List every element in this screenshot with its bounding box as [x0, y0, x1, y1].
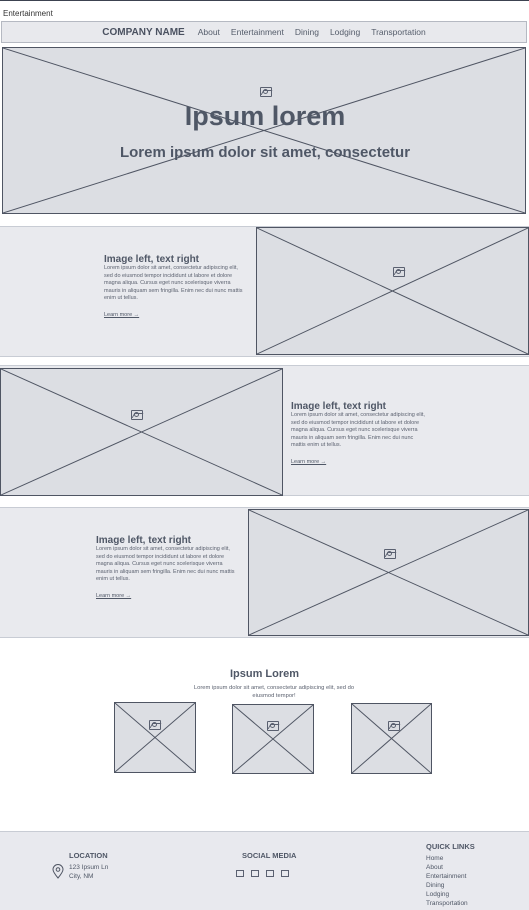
feature-section-2: Image left, text right Lorem ipsum dolor…: [0, 365, 529, 496]
feature-body: Lorem ipsum dolor sit amet, consectetur …: [291, 412, 425, 449]
social-icon-4[interactable]: [281, 870, 289, 877]
nav-link-dining[interactable]: Dining: [295, 27, 319, 37]
quick-link-transportation[interactable]: Transportation: [426, 899, 468, 908]
learn-more-link[interactable]: Learn more →: [291, 459, 326, 465]
nav-link-lodging[interactable]: Lodging: [330, 27, 360, 37]
navbar: COMPANY NAME About Entertainment Dining …: [1, 21, 527, 43]
gallery-image-2[interactable]: [232, 704, 314, 774]
page-label: Entertainment: [3, 9, 53, 18]
feature-image-placeholder: [0, 368, 283, 496]
social-icon-1[interactable]: [236, 870, 244, 877]
feature-section-1: Image left, text right Lorem ipsum dolor…: [0, 226, 529, 357]
nav-link-transportation[interactable]: Transportation: [371, 27, 426, 37]
address-line-1: 123 Ipsum Ln: [69, 864, 109, 871]
image-icon: [260, 87, 272, 97]
gallery-subtitle: Lorem ipsum dolor sit amet, consectetur …: [193, 685, 355, 699]
quick-link-about[interactable]: About: [426, 863, 468, 872]
learn-more-link[interactable]: Learn more →: [104, 312, 139, 318]
quick-links-list: Home About Entertainment Dining Lodging …: [426, 854, 468, 908]
social-icon-3[interactable]: [266, 870, 274, 877]
quick-link-lodging[interactable]: Lodging: [426, 890, 468, 899]
feature-section-3: Image left, text right Lorem ipsum dolor…: [0, 507, 529, 638]
address-line-2: City, NM: [69, 873, 94, 880]
social-icons: [236, 864, 316, 877]
feature-body: Lorem ipsum dolor sit amet, consectetur …: [96, 546, 235, 583]
feature-title: Image left, text right: [104, 254, 200, 265]
location-heading: LOCATION: [69, 851, 108, 860]
gallery-image-1[interactable]: [114, 702, 196, 773]
feature-title: Image left, text right: [291, 401, 387, 412]
footer: LOCATION 123 Ipsum Ln City, NM SOCIAL ME…: [0, 831, 529, 910]
image-icon: [267, 721, 279, 731]
quick-link-dining[interactable]: Dining: [426, 881, 468, 890]
social-heading: SOCIAL MEDIA: [242, 851, 297, 860]
social-icon-2[interactable]: [251, 870, 259, 877]
hero-subtitle: Lorem ipsum dolor sit amet, consectetur: [119, 144, 411, 161]
nav-link-entertainment[interactable]: Entertainment: [231, 27, 284, 37]
feature-image-placeholder: [256, 227, 529, 355]
quick-links-heading: QUICK LINKS: [426, 842, 475, 851]
quick-link-home[interactable]: Home: [426, 854, 468, 863]
image-icon: [393, 267, 405, 277]
feature-title: Image left, text right: [96, 535, 192, 546]
feature-body: Lorem ipsum dolor sit amet, consectetur …: [104, 265, 243, 302]
hero-image-placeholder: Ipsum lorem Lorem ipsum dolor sit amet, …: [2, 47, 526, 214]
gallery-image-3[interactable]: [351, 703, 432, 774]
top-border: [0, 0, 529, 1]
learn-more-link[interactable]: Learn more →: [96, 593, 131, 599]
nav-link-about[interactable]: About: [198, 27, 220, 37]
company-name[interactable]: COMPANY NAME: [102, 27, 184, 38]
feature-image-placeholder: [248, 509, 529, 636]
image-icon: [131, 410, 143, 420]
hero-title: Ipsum lorem: [184, 101, 346, 131]
image-icon: [384, 549, 396, 559]
image-icon: [149, 720, 161, 730]
image-icon: [388, 721, 400, 731]
gallery-title: Ipsum Lorem: [229, 668, 300, 680]
quick-link-entertainment[interactable]: Entertainment: [426, 872, 468, 881]
location-pin-icon: [52, 864, 64, 879]
